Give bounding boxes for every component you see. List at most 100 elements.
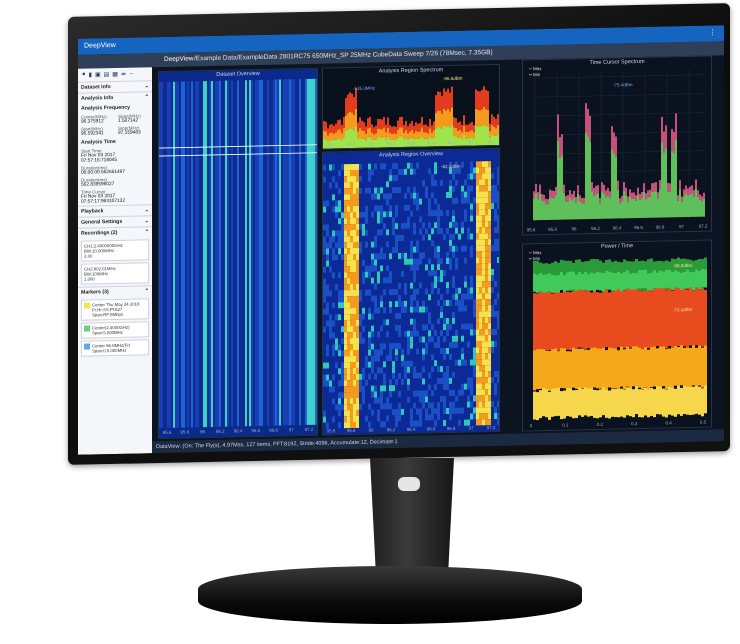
waterfall-cell — [398, 283, 401, 290]
waterfall-cell — [335, 422, 338, 429]
waterfall-cell — [473, 263, 476, 270]
save-icon[interactable]: ▣ — [95, 71, 101, 78]
window-title: DeepView — [84, 41, 116, 50]
section-recordings[interactable]: Recordings (2) ⌃ — [78, 226, 152, 239]
waterfall-cell — [359, 403, 362, 410]
recording-item[interactable]: CH2:602.01MHz BW:100MHz 1.000 — [81, 262, 149, 285]
center-field[interactable]: Center(MHz) 96.375912 — [78, 113, 115, 126]
waterfall-cell — [410, 378, 413, 385]
menu-dots-icon[interactable]: ⋮ — [709, 25, 716, 41]
waterfall-cell — [344, 290, 347, 297]
time-cursor-field[interactable]: Time Cursor Fri Nov 03 2017 07:57:17:9631… — [78, 187, 152, 206]
power-time-panel[interactable]: 0 0.1 0.2 0.3 0.4 0.5 Power / Time ━ Max ━ Mi… — [522, 239, 712, 432]
section-markers[interactable]: Markers (3) ⌃ — [78, 285, 152, 298]
waterfall-cell — [326, 248, 329, 255]
waterfall-cell — [392, 187, 395, 194]
waterfall-cell — [338, 200, 341, 207]
waterfall-cell — [332, 170, 335, 177]
waterfall-cell — [443, 306, 446, 313]
waterfall-cell — [476, 305, 479, 312]
waterfall-cell — [443, 252, 446, 259]
power-band-cell — [641, 270, 644, 289]
waterfall-cell — [434, 354, 437, 361]
marker-item[interactable]: Center Thu May 24 2018 Fr:Hr:SS,Pf:627 Spa… — [81, 298, 149, 321]
waterfall-cell — [341, 272, 344, 279]
waterfall-column — [277, 79, 279, 426]
waterfall-cell — [434, 336, 437, 343]
analysis-region-waterfall[interactable]: 95.6 95.8 96 96.2 96.4 96.6 96.8 97 97.2 — [323, 148, 500, 435]
waterfall-cell — [323, 350, 326, 357]
spectrum-bar — [343, 127, 345, 138]
document-icon[interactable]: ▮ — [89, 71, 92, 78]
waterfall-cell — [389, 319, 392, 326]
waterfall-cell — [449, 233, 452, 240]
waterfall-cell — [497, 352, 500, 359]
span-field[interactable]: Span(MHz) 1.567142 — [115, 112, 152, 125]
waterfall-cell — [407, 390, 410, 397]
analysis-spectrum-plot[interactable]: 95.6 95.8 96 96.2 96.4 96.6 96.8 97 97.2 — [323, 64, 499, 149]
back-icon[interactable]: ← — [129, 71, 135, 78]
spectrum-bar — [353, 97, 355, 115]
waterfall-cell — [353, 349, 356, 357]
folder-icon[interactable]: ▤ — [104, 71, 110, 78]
waterfall-cell — [368, 211, 371, 218]
start-freq-field[interactable]: Start(MHz) 95.592341 — [78, 125, 115, 138]
print-icon[interactable]: ▦ — [112, 71, 118, 78]
marker-item[interactable]: Center 96.0MHz(Fr) Span:0.5.000MHz — [81, 339, 149, 357]
spectrum-bar — [385, 132, 387, 140]
waterfall-cell — [350, 176, 353, 183]
recording-item[interactable]: CH1:2.4000000GHz BW:10.000MHz 2.00 — [81, 239, 149, 262]
waterfall-cell — [407, 300, 410, 307]
waterfall-cell — [482, 281, 485, 288]
power-band-cell — [674, 388, 677, 417]
record-icon[interactable]: ● — [82, 72, 86, 79]
waterfall-cell — [476, 395, 479, 402]
power-band-cell — [566, 351, 569, 392]
waterfall-cell — [326, 314, 329, 321]
waterfall-cell — [485, 317, 488, 324]
waterfall-cell — [341, 398, 344, 405]
waterfall-cell — [323, 410, 326, 417]
waterfall-cell — [473, 161, 476, 168]
split-icon[interactable]: ⇹ — [121, 71, 126, 78]
waterfall-column — [281, 79, 283, 426]
waterfall-cell — [452, 203, 455, 210]
waterfall-cell — [497, 346, 500, 353]
spectrum-bar — [455, 127, 457, 137]
waterfall-cell — [359, 277, 362, 284]
dataset-waterfall[interactable]: 95.6 95.8 96 96.2 96.4 96.6 96.8 97 97.2 — [159, 68, 317, 439]
waterfall-cell — [332, 362, 335, 369]
stop-freq-field[interactable]: Stop(MHz) 97.159483 — [115, 124, 152, 137]
spectrum-bar — [369, 116, 371, 128]
power-band-cell — [632, 272, 635, 291]
power-band-cell — [662, 288, 665, 347]
waterfall-cell — [461, 383, 464, 390]
waterfall-cell — [353, 205, 356, 213]
waterfall-cell — [401, 210, 404, 218]
waterfall-cell — [449, 299, 452, 306]
waterfall-cell — [380, 277, 383, 284]
waterfall-cell — [404, 174, 407, 181]
power-band-cell — [587, 274, 590, 293]
analysis-spectrum-panel[interactable]: 95.6 95.8 96 96.2 96.4 96.6 96.8 97 97.2 Analysi… — [322, 63, 500, 150]
time-cursor-panel[interactable]: 95.6 95.8 96 96.2 96.4 96.6 96.8 97 97.2 Time Cu… — [522, 55, 712, 236]
waterfall-cell — [443, 366, 446, 373]
start-time-field[interactable]: Start Time Fri Nov 03 2017 07:57:16:71804… — [78, 146, 152, 165]
waterfall-cell — [359, 241, 362, 248]
waterfall-cell — [452, 335, 455, 342]
waterfall-column — [231, 80, 233, 427]
waterfall-cell — [440, 288, 443, 295]
waterfall-cell — [368, 373, 371, 380]
waterfall-cell — [497, 394, 500, 401]
power-band-cell — [671, 347, 674, 388]
marker-item[interactable]: Center(2.4000GHz) Span:5.000MHz — [81, 321, 149, 339]
waterfall-cell — [404, 348, 407, 355]
dataset-overview-panel[interactable]: 95.6 95.8 96 96.2 96.4 96.6 96.8 97 97.2 Dataset… — [158, 67, 318, 440]
waterfall-cell — [326, 278, 329, 285]
waterfall-cell — [401, 180, 404, 187]
waterfall-cell — [497, 286, 500, 293]
waterfall-cell — [461, 347, 464, 354]
waterfall-cell — [335, 392, 338, 399]
waterfall-cell — [416, 372, 419, 379]
analysis-overview-panel[interactable]: 95.6 95.8 96 96.2 96.4 96.6 96.8 97 97.2 Analysi… — [322, 147, 500, 436]
